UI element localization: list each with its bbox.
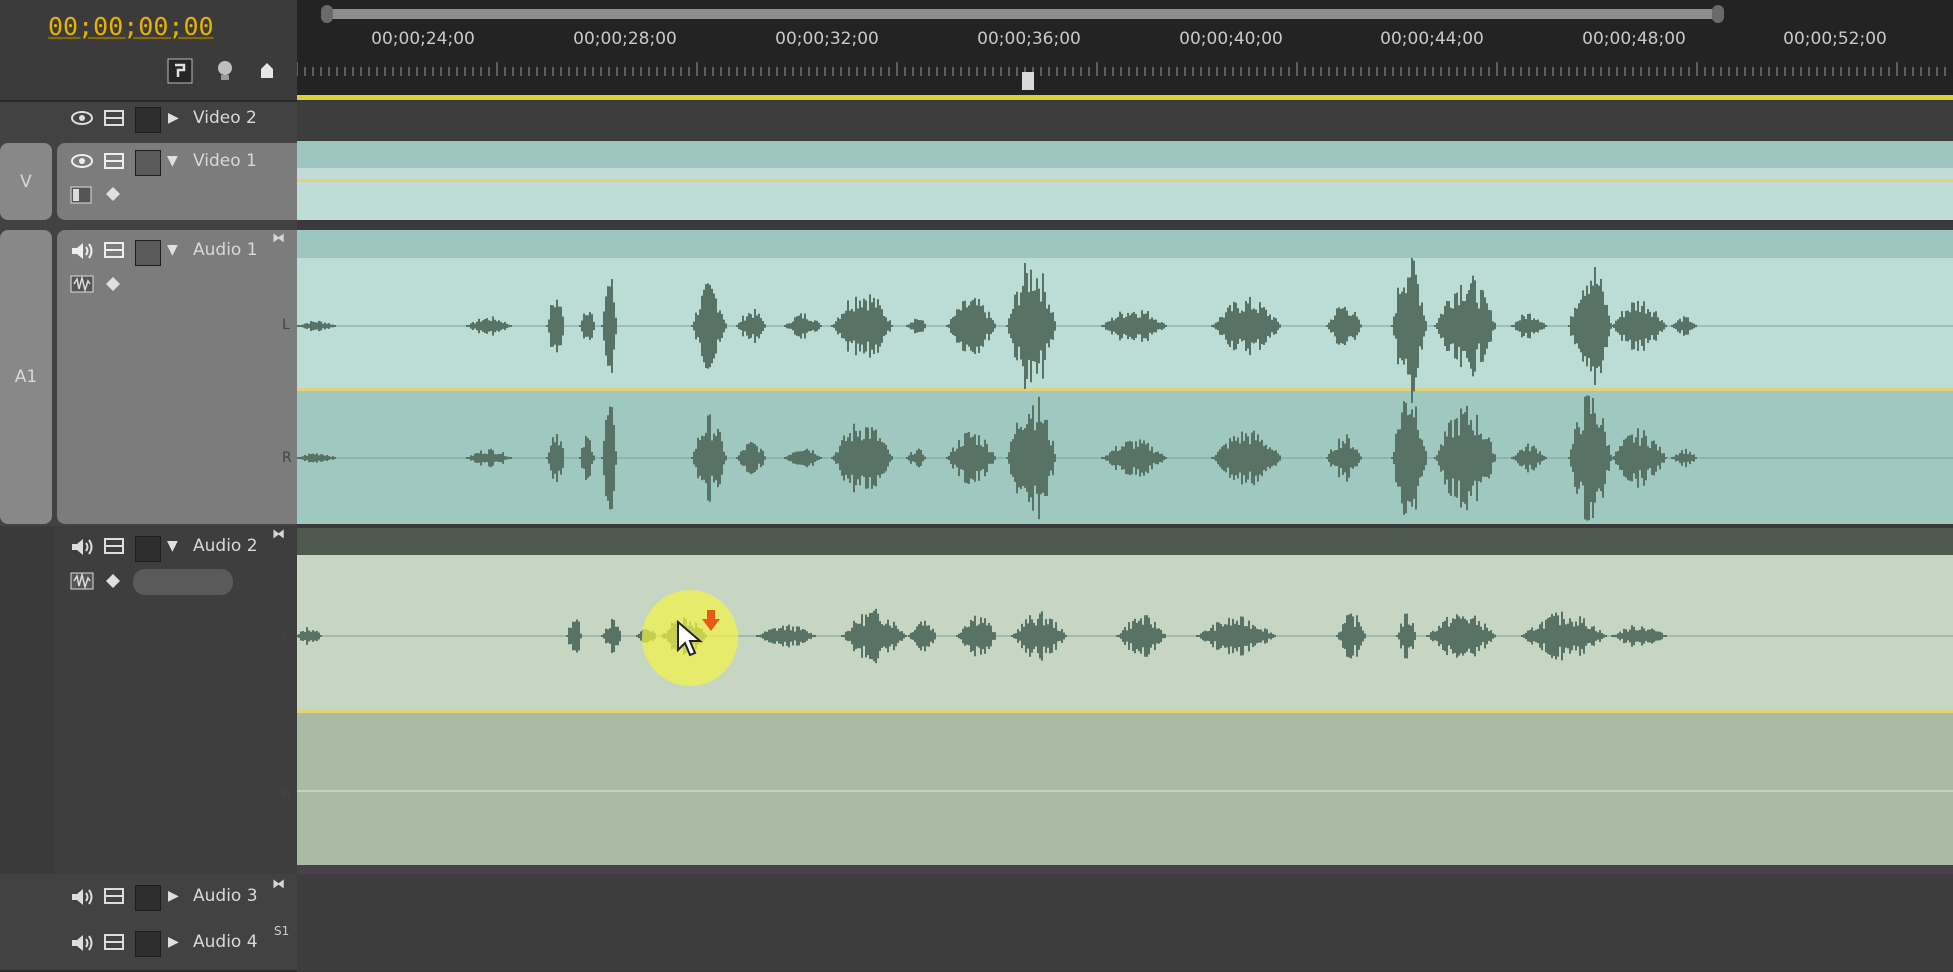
video-target-v[interactable]: V [0,143,52,220]
track-lock-toggle[interactable] [135,107,161,133]
track-name: Audio 1 [193,240,258,260]
keyframe-icon[interactable] [105,186,121,202]
audio-target-a1[interactable]: A1 [0,230,52,524]
keyframe-nav-control[interactable] [133,183,233,209]
track-lock-toggle[interactable] [135,885,161,911]
target-label: V [20,171,32,192]
video-1-clip-header[interactable] [297,141,1953,168]
audio-channel-icon: ⧓ [272,877,285,892]
keyframe-button[interactable] [212,58,238,84]
add-marker-button[interactable] [254,58,280,84]
video-2-track-area[interactable] [297,102,1953,139]
ruler-tick-label: 00;00;24;00 [371,29,475,49]
ruler-tick-label: 00;00;36;00 [977,29,1081,49]
expand-triangle-icon[interactable]: ▶ [168,934,179,950]
ruler-tick-label: 00;00;48;00 [1582,29,1686,49]
audio-channel-icon: ⧓ [272,231,285,246]
sync-lock-icon[interactable] [103,151,125,171]
channel-label-left: L [282,628,290,644]
track-header-audio-4: ▶ Audio 4 S1 [0,920,297,972]
audio-2-waveform [297,608,1953,664]
track-header-video-2: ▶ Video 2 [0,102,297,141]
waveform-display-icon[interactable] [70,571,94,591]
ruler-tick-label: 00;00;28;00 [573,29,677,49]
sync-lock-icon[interactable] [103,536,125,556]
channel-label-right: R [282,450,292,466]
snap-icon [167,58,193,84]
track-name: Audio 2 [193,536,258,556]
audio-4-track-area[interactable] [297,920,1953,970]
zoom-scroll-bar[interactable] [321,5,1724,23]
keyframe-nav-control[interactable] [133,272,233,298]
eye-icon[interactable] [70,151,94,171]
current-timecode[interactable]: 00;00;00;00 [48,12,214,41]
snap-button[interactable] [167,58,193,84]
track-name: Video 2 [193,108,257,128]
display-style-icon[interactable] [70,185,92,205]
track-header-audio-1: A1 ▼ Audio 1 ⧓ [0,222,297,528]
collapse-triangle-icon[interactable]: ▼ [167,153,178,169]
audio-1-clip-header[interactable] [297,230,1953,258]
sync-lock-icon[interactable] [103,932,125,952]
ruler-tick-label: 00;00;52;00 [1783,29,1887,49]
speaker-icon[interactable] [70,932,96,954]
audio-3-track-area[interactable] [297,874,1953,922]
clip-bottom-edge [297,865,1953,874]
sync-lock-icon[interactable] [103,108,125,128]
center-line [297,790,1953,792]
track-header-video-1: V ▼ Video 1 [0,139,297,224]
audio-2-clip-right[interactable] [297,713,1953,865]
channel-label-right: R [282,787,292,803]
target-label: A1 [14,367,38,387]
track-name: Video 1 [193,151,257,171]
audio-1-waveform [297,258,1953,521]
timeline-header-left: 00;00;00;00 [0,0,297,102]
ruler-tick-label: 00;00;44;00 [1380,29,1484,49]
video-1-clip[interactable] [297,168,1953,220]
sync-lock-icon[interactable] [103,240,125,260]
collapse-triangle-icon[interactable]: ▼ [167,538,178,554]
track-name: Audio 3 [193,886,258,906]
speaker-icon[interactable] [70,886,96,908]
keyframe-nav-control[interactable] [133,569,233,595]
keyframe-icon[interactable] [105,573,121,589]
work-area-bar[interactable] [297,95,1953,100]
expand-triangle-icon[interactable]: ▶ [168,888,179,904]
waveform-display-icon[interactable] [70,274,94,294]
collapse-triangle-icon[interactable]: ▼ [167,242,178,258]
opacity-line[interactable] [297,179,1953,182]
track-name: Audio 4 [193,932,258,952]
track-lock-toggle[interactable] [135,150,161,176]
speaker-icon[interactable] [70,240,96,262]
ruler-tick-label: 00;00;40;00 [1179,29,1283,49]
sync-mark-label: S1 [274,924,290,938]
ruler-tick-label: 00;00;32;00 [775,29,879,49]
track-lock-toggle[interactable] [135,240,161,266]
mouse-pointer-icon [677,620,703,657]
eye-icon[interactable] [70,108,94,128]
track-lock-toggle[interactable] [135,931,161,957]
channel-label-left: L [282,317,290,333]
marker-icon [261,63,273,78]
keyframe-icon[interactable] [105,276,121,292]
track-lock-toggle[interactable] [135,536,161,562]
expand-triangle-icon[interactable]: ▶ [168,110,179,126]
playhead-marker[interactable] [1022,72,1034,90]
speaker-icon[interactable] [70,536,96,558]
audio-2-clip-header[interactable] [297,528,1953,555]
audio-2-sideband [0,526,55,874]
track-header-audio-3: ▶ Audio 3 ⧓ [0,874,297,922]
sync-lock-icon[interactable] [103,886,125,906]
track-header-audio-2: ▼ Audio 2 ⧓ [0,526,297,876]
light-bulb-icon [218,61,232,80]
ruler-ticks [297,62,1946,76]
audio-channel-icon: ⧓ [272,527,285,542]
